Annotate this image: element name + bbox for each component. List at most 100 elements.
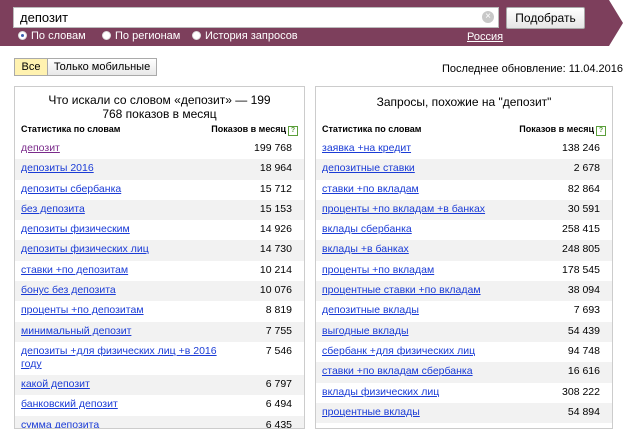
shows-count: 82 864 — [567, 182, 600, 195]
filter-all-button[interactable]: Все — [14, 58, 47, 76]
shows-count: 6 494 — [265, 398, 292, 411]
table-row: сумма депозита 6 435 — [15, 415, 304, 429]
shows-count: 248 805 — [562, 243, 600, 256]
table-row: бонус без депозита 10 076 — [15, 281, 304, 302]
table-row: проценты +по депозитам 8 819 — [15, 301, 304, 321]
table-row: минимальный депозит 7 755 — [15, 321, 304, 342]
keyword-link[interactable]: депозиты физическим — [21, 223, 292, 236]
keyword-link[interactable]: депозиты +для физических лиц +в 2016 год… — [21, 345, 292, 371]
keyword-link[interactable]: ставки +по вкладам сбербанка — [322, 365, 600, 378]
table-row: вклады сбербанка 258 415 — [316, 220, 612, 240]
table-row: вклады +в банках 248 805 — [316, 240, 612, 261]
keyword-link[interactable]: вклады сбербанка — [322, 223, 600, 236]
last-update: Последнее обновление: 11.04.2016 — [442, 63, 623, 75]
keyword-link[interactable]: минимальный депозит — [21, 325, 292, 338]
col-shows: Показов в месяц? — [519, 124, 606, 136]
table-row: депозиты сбербанка 15 712 — [15, 180, 304, 200]
table-row: выгодные вклады 54 439 — [316, 321, 612, 342]
keyword-link[interactable]: вклады физических лиц — [322, 386, 600, 399]
mode-label: По регионам — [115, 30, 181, 42]
keyword-link[interactable]: без депозита — [21, 203, 292, 216]
keyword-link[interactable]: ставки +по вкладам — [322, 183, 600, 196]
shows-count: 2 678 — [573, 162, 600, 175]
shows-count: 6 435 — [265, 418, 292, 429]
table-row: депозиты физических лиц 14 730 — [15, 240, 304, 261]
panel-title: Запросы, похожие на "депозит" — [376, 95, 552, 109]
shows-count: 10 214 — [259, 263, 292, 276]
shows-count: 54 894 — [567, 405, 600, 418]
keyword-link[interactable]: депозиты сбербанка — [21, 183, 292, 196]
keyword-link[interactable]: процентные вклады — [322, 406, 600, 419]
search-input[interactable] — [14, 8, 460, 27]
keyword-link[interactable]: проценты +по вкладам — [322, 264, 600, 277]
mode-radio-history[interactable]: История запросов — [192, 30, 298, 42]
table-row: ставки +по депозитам 10 214 — [15, 261, 304, 281]
keyword-link[interactable]: заявка +на кредит — [322, 142, 600, 155]
table-row: депозиты +для физических лиц +в 2016 год… — [15, 342, 304, 375]
table-row: заявка +на кредит 138 246 — [316, 139, 612, 159]
mode-label: История запросов — [205, 30, 298, 42]
keyword-link[interactable]: депозитные ставки — [322, 162, 600, 175]
keyword-link[interactable]: ставки +по депозитам — [21, 264, 292, 277]
table-row: депозиты 2016 18 964 — [15, 159, 304, 180]
keyword-link[interactable]: какой депозит — [21, 378, 292, 391]
shows-count: 10 076 — [259, 284, 292, 297]
shows-count: 14 730 — [259, 243, 292, 256]
table-row: проценты +по вкладам +в банках 30 591 — [316, 199, 612, 221]
keyword-link[interactable]: сбербанк +для физических лиц — [322, 345, 600, 358]
shows-count: 30 591 — [567, 202, 600, 215]
shows-count: 14 926 — [259, 223, 292, 236]
keyword-link[interactable]: сумма депозита — [21, 419, 292, 428]
keyword-link[interactable]: бонус без депозита — [21, 284, 292, 297]
table-row: процентные вклады 54 894 — [316, 402, 612, 424]
table-row: проценты +по вкладам 178 545 — [316, 261, 612, 281]
shows-count: 94 748 — [567, 344, 600, 357]
column-header: Статистика по словам Показов в месяц? — [322, 124, 606, 138]
table-row: депозиты физическим 14 926 — [15, 220, 304, 240]
table-row: без депозита 15 153 — [15, 199, 304, 221]
table-row: сбербанк +для физических лиц 94 748 — [316, 342, 612, 362]
table-row: какой депозит 6 797 — [15, 374, 304, 396]
keyword-link[interactable]: депозитные вклады — [322, 304, 600, 317]
keyword-link[interactable]: процентные ставки +по вкладам — [322, 284, 600, 297]
search-header: × Подобрать По словам По регионам Истори… — [0, 0, 623, 46]
help-icon[interactable]: ? — [596, 126, 606, 136]
help-icon[interactable]: ? — [288, 126, 298, 136]
table-row: процентные ставки +по вкладам 38 094 — [316, 281, 612, 302]
keyword-link[interactable]: депозиты 2016 — [21, 162, 292, 175]
panel-title: Что искали со словом «депозит» — 199 768… — [48, 93, 271, 121]
shows-count: 54 439 — [567, 324, 600, 337]
radio-selected-icon — [18, 31, 27, 40]
filter-mobile-button[interactable]: Только мобильные — [47, 58, 157, 76]
related-words-panel: Что искали со словом «депозит» — 199 768… — [14, 86, 305, 429]
shows-count: 258 415 — [562, 223, 600, 236]
shows-count: 199 768 — [254, 142, 292, 154]
similar-queries-panel: Запросы, похожие на "депозит" Статистика… — [315, 86, 613, 429]
keyword-link[interactable]: депозит — [21, 142, 292, 155]
keyword-link[interactable]: банковский депозит — [21, 398, 292, 411]
col-keyword: Статистика по словам — [322, 124, 422, 134]
keyword-link[interactable]: вклады +в банках — [322, 243, 600, 256]
mode-radio-regions[interactable]: По регионам — [102, 30, 180, 42]
table-row: депозит 199 768 — [15, 139, 304, 159]
shows-count: 8 819 — [265, 304, 292, 317]
column-header: Статистика по словам Показов в месяц? — [21, 124, 298, 138]
table-row: ставки +по вкладам сбербанка 16 616 — [316, 362, 612, 383]
keyword-link[interactable]: депозиты физических лиц — [21, 243, 292, 256]
keyword-link[interactable]: выгодные вклады — [322, 325, 600, 338]
shows-count: 7 546 — [265, 344, 292, 357]
table-row: ставки +по вкладам 82 864 — [316, 180, 612, 200]
keyword-link[interactable]: проценты +по вкладам +в банках — [322, 203, 600, 216]
keyword-list: депозит 199 768 депозиты 2016 18 964 депозит… — [15, 139, 304, 429]
table-row: банковский депозит 6 494 — [15, 395, 304, 415]
table-row: депозитные вклады 7 693 — [316, 301, 612, 321]
mode-label: По словам — [31, 30, 86, 42]
search-button[interactable]: Подобрать — [506, 7, 585, 29]
clear-icon[interactable]: × — [482, 11, 494, 23]
shows-count: 6 797 — [265, 377, 292, 390]
shows-count: 7 693 — [573, 304, 600, 317]
keyword-link[interactable]: проценты +по депозитам — [21, 304, 292, 317]
mode-radio-words[interactable]: По словам — [18, 30, 86, 42]
shows-count: 15 712 — [259, 182, 292, 195]
region-link[interactable]: Россия — [467, 31, 503, 43]
